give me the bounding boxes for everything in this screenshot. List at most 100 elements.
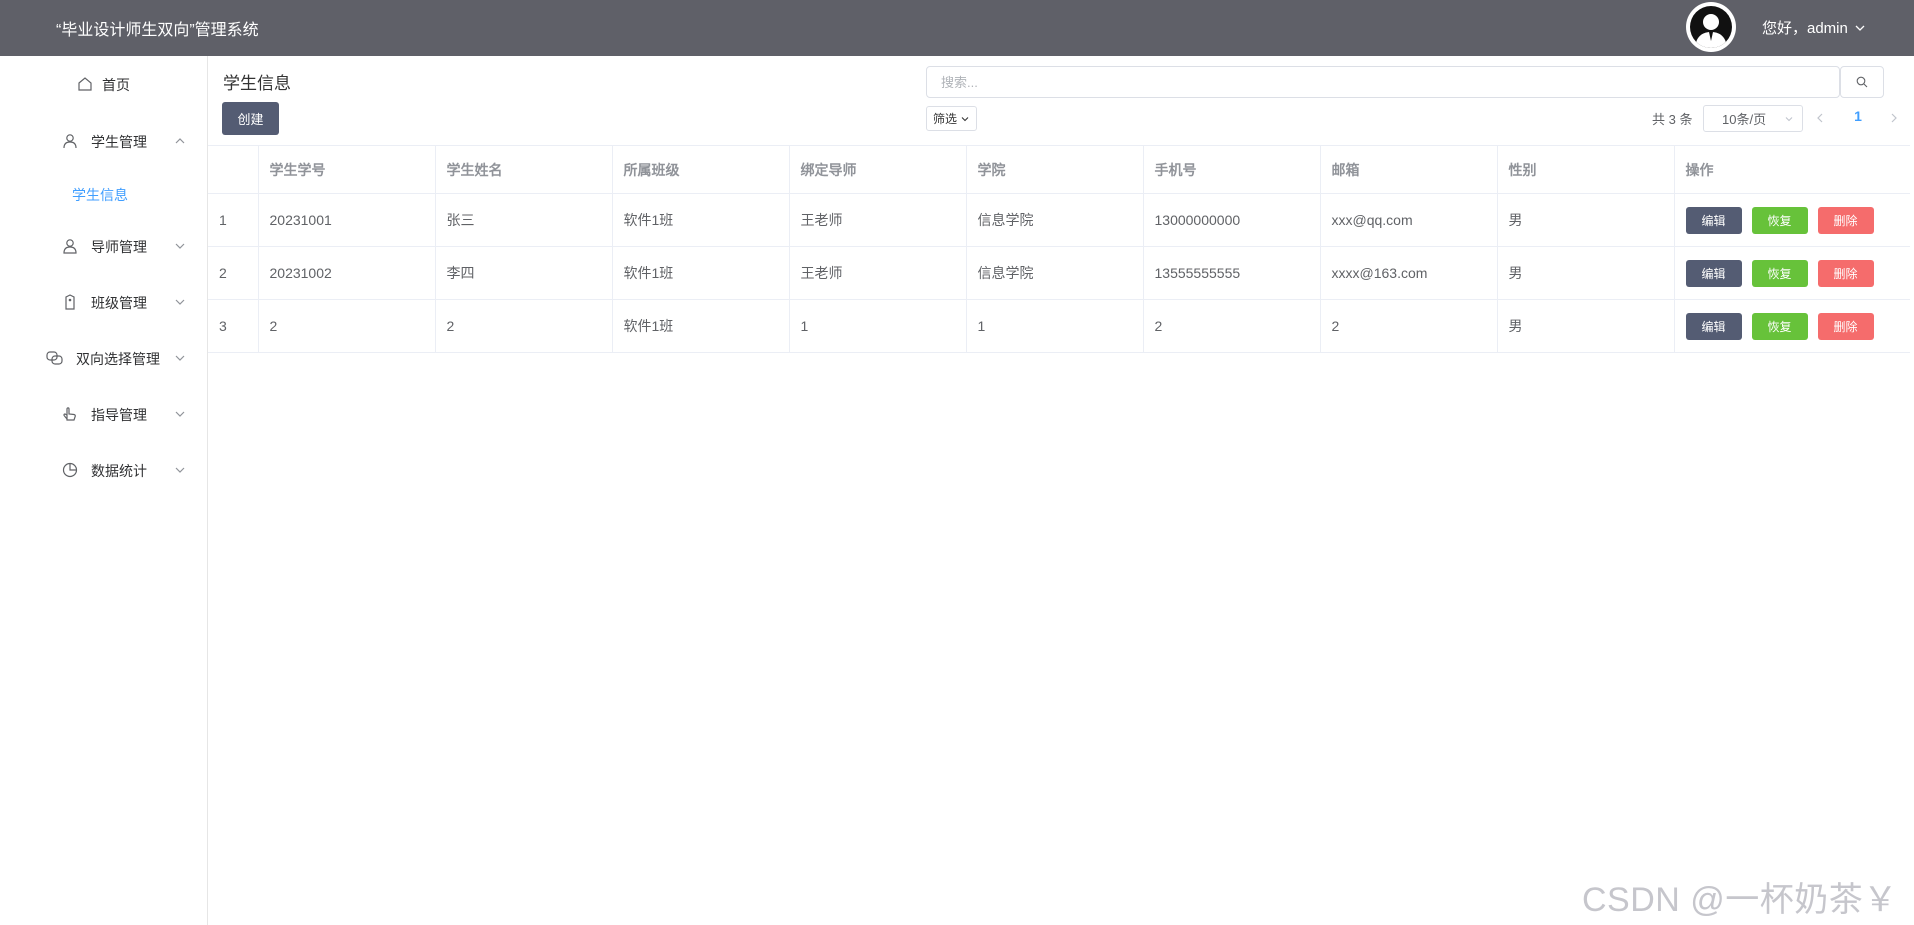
watermark: CSDN @一杯奶茶￥ — [1582, 881, 1898, 919]
table-cell: 2 — [1320, 299, 1498, 353]
chevron-down-icon — [1855, 25, 1865, 31]
chevron-down-icon — [1785, 117, 1793, 122]
page-size-select[interactable]: 10条/页 — [1703, 105, 1803, 132]
edit-button[interactable]: 编辑 — [1685, 312, 1742, 340]
user-icon — [61, 132, 79, 150]
chevron-left-icon — [1817, 113, 1823, 123]
table-cell: xxx@qq.com — [1320, 193, 1498, 247]
app-title: “毕业设计师生双向”管理系统 — [56, 22, 259, 39]
next-page-button[interactable] — [1886, 108, 1902, 128]
table-cell: 王老师 — [789, 246, 967, 300]
sidebar-item-home[interactable]: 首页 — [0, 64, 207, 104]
restore-button[interactable]: 恢复 — [1751, 312, 1808, 340]
table-cell: xxxx@163.com — [1320, 246, 1498, 300]
page-number[interactable]: 1 — [1848, 108, 1868, 128]
sidebar-item-label: 双向选择管理 — [76, 351, 160, 367]
filter-label: 筛选 — [932, 112, 957, 126]
actions-cell: 编辑 恢复 删除 — [1674, 193, 1910, 247]
sidebar-item-label: 班级管理 — [91, 295, 147, 311]
sidebar-item-teacher-management[interactable]: 导师管理 — [0, 226, 207, 266]
filter-select[interactable]: 筛选 — [926, 106, 977, 131]
top-header: “毕业设计师生双向”管理系统 您好，admin — [0, 0, 1914, 56]
sidebar: 首页 学生管理 学生信息 导师管理 班级管理 双向选择管理 指导管理 数据统计 — [0, 56, 208, 925]
table-cell: 13555555555 — [1143, 246, 1321, 300]
column-header: 学生学号 — [258, 145, 436, 194]
home-icon — [76, 75, 94, 93]
column-header: 手机号 — [1143, 145, 1321, 194]
delete-button[interactable]: 删除 — [1817, 259, 1874, 287]
edit-button[interactable]: 编辑 — [1685, 259, 1742, 287]
table-header-row: 学生学号 学生姓名 所属班级 绑定导师 学院 手机号 邮箱 性别 操作 — [208, 145, 1910, 194]
delete-button[interactable]: 删除 — [1817, 312, 1874, 340]
column-header: 绑定导师 — [789, 145, 967, 194]
avatar[interactable] — [1686, 2, 1736, 52]
search-icon — [1856, 76, 1868, 88]
prev-page-button[interactable] — [1812, 108, 1828, 128]
chevron-down-icon — [175, 467, 185, 473]
page-size-label: 10条/页 — [1722, 112, 1767, 127]
user-menu[interactable]: 您好，admin — [1762, 17, 1866, 38]
table-cell: 1 — [208, 193, 259, 247]
pagination-total: 共 3 条 — [1652, 112, 1693, 127]
table-cell: 李四 — [435, 246, 613, 300]
search-button[interactable] — [1840, 66, 1884, 98]
column-header — [208, 145, 259, 194]
sidebar-item-label: 数据统计 — [91, 463, 147, 479]
sidebar-item-class-management[interactable]: 班级管理 — [0, 282, 207, 322]
chevron-down-icon — [175, 299, 185, 305]
table-cell: 20231002 — [258, 246, 436, 300]
search-input[interactable] — [926, 66, 1840, 98]
table-cell: 2 — [208, 246, 259, 300]
actions-cell: 编辑 恢复 删除 — [1674, 246, 1910, 300]
table-row: 1 20231001 张三 软件1班 王老师 信息学院 13000000000 … — [208, 193, 1910, 247]
column-header: 邮箱 — [1320, 145, 1498, 194]
chevron-down-icon — [175, 411, 185, 417]
create-button[interactable]: 创建 — [222, 102, 279, 135]
table-cell: 软件1班 — [612, 299, 790, 353]
column-header: 所属班级 — [612, 145, 790, 194]
table-cell: 20231001 — [258, 193, 436, 247]
restore-button[interactable]: 恢复 — [1751, 259, 1808, 287]
table-cell: 2 — [258, 299, 436, 353]
sidebar-item-label: 导师管理 — [91, 239, 147, 255]
sidebar-item-label: 指导管理 — [91, 407, 147, 423]
table-row: 3 2 2 软件1班 1 1 2 2 男 编辑 恢复 删除 — [208, 299, 1910, 353]
table-cell: 1 — [966, 299, 1144, 353]
avatar-person-icon — [1690, 6, 1732, 48]
teacher-icon — [61, 237, 79, 255]
table-cell: 男 — [1497, 193, 1675, 247]
restore-button[interactable]: 恢复 — [1751, 206, 1808, 234]
sidebar-item-statistics[interactable]: 数据统计 — [0, 450, 207, 490]
chevron-down-icon — [175, 355, 185, 361]
link-icon — [46, 349, 64, 367]
chevron-right-icon — [1891, 113, 1897, 123]
column-header: 操作 — [1674, 145, 1910, 194]
sidebar-item-mutual-selection[interactable]: 双向选择管理 — [0, 338, 207, 378]
sidebar-subitem-student-info[interactable]: 学生信息 — [0, 174, 207, 214]
actions-cell: 编辑 恢复 删除 — [1674, 299, 1910, 353]
table-cell: 2 — [1143, 299, 1321, 353]
pie-chart-icon — [61, 461, 79, 479]
sidebar-subitem-label: 学生信息 — [72, 187, 128, 203]
table-cell: 男 — [1497, 246, 1675, 300]
delete-button[interactable]: 删除 — [1817, 206, 1874, 234]
sidebar-item-guidance-management[interactable]: 指导管理 — [0, 394, 207, 434]
user-greeting: 您好，admin — [1762, 20, 1848, 37]
edit-button[interactable]: 编辑 — [1685, 206, 1742, 234]
table-cell: 13000000000 — [1143, 193, 1321, 247]
table-cell: 信息学院 — [966, 246, 1144, 300]
table-cell: 张三 — [435, 193, 613, 247]
table-row: 2 20231002 李四 软件1班 王老师 信息学院 13555555555 … — [208, 246, 1910, 300]
column-header: 学院 — [966, 145, 1144, 194]
student-table: 学生学号 学生姓名 所属班级 绑定导师 学院 手机号 邮箱 性别 操作 1 20… — [208, 145, 1910, 353]
sidebar-item-label: 学生管理 — [91, 134, 147, 150]
column-header: 性别 — [1497, 145, 1675, 194]
table-cell: 2 — [435, 299, 613, 353]
table-cell: 软件1班 — [612, 246, 790, 300]
table-cell: 信息学院 — [966, 193, 1144, 247]
sidebar-item-student-management[interactable]: 学生管理 — [0, 121, 207, 161]
tag-icon — [61, 293, 79, 311]
table-cell: 软件1班 — [612, 193, 790, 247]
hand-icon — [61, 405, 79, 423]
sidebar-item-label: 首页 — [102, 77, 130, 93]
